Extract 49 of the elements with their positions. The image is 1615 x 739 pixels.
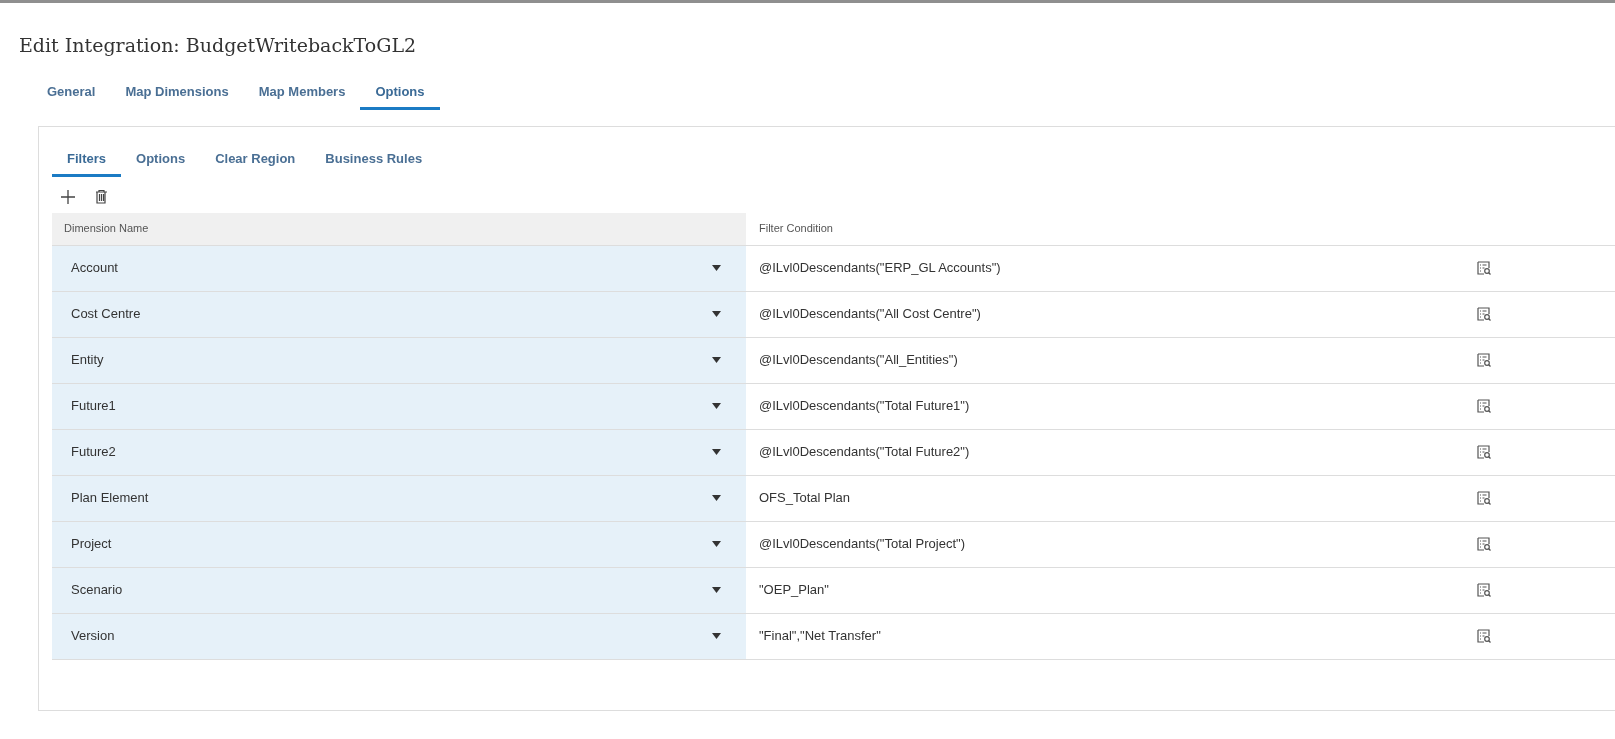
tab[interactable]: Map Members: [243, 77, 361, 110]
filter-condition: @ILvl0Descendants("All Cost Centre"): [759, 305, 982, 324]
tab[interactable]: Business Rules: [310, 144, 438, 177]
filter-condition: "Final","Net Transfer": [759, 627, 882, 646]
member-selector-icon[interactable]: [1477, 353, 1491, 367]
caret-icon: [712, 587, 721, 593]
member-selector-icon[interactable]: [1477, 261, 1491, 275]
tab[interactable]: General: [32, 77, 111, 110]
filter-condition: @ILvl0Descendants("Total Future1"): [759, 397, 971, 416]
dimension-dropdown[interactable]: Version: [52, 613, 746, 659]
member-selector-icon[interactable]: [1477, 399, 1491, 413]
filter-condition: OFS_Total Plan: [759, 489, 852, 508]
dimension-dropdown[interactable]: Account: [52, 245, 746, 291]
tab[interactable]: Options: [121, 144, 201, 177]
filter-condition: @ILvl0Descendants("All_Entities"): [759, 351, 959, 370]
member-selector-icon[interactable]: [1477, 307, 1491, 321]
dimension-dropdown[interactable]: Future2: [52, 429, 746, 475]
column-header: Dimension Name: [52, 212, 746, 245]
caret-icon: [712, 265, 721, 271]
add-icon[interactable]: [61, 189, 75, 204]
caret-icon: [712, 541, 721, 547]
filter-condition: @ILvl0Descendants("ERP_GL Accounts"): [759, 259, 1002, 278]
caret-icon: [712, 357, 721, 363]
member-selector-icon[interactable]: [1477, 583, 1491, 597]
dimension-dropdown[interactable]: Cost Centre: [52, 291, 746, 337]
column-header: Filter Condition: [758, 221, 834, 237]
dimension-dropdown[interactable]: Future1: [52, 383, 746, 429]
member-selector-icon[interactable]: [1477, 537, 1491, 551]
dimension-dropdown[interactable]: Entity: [52, 337, 746, 383]
tab[interactable]: Clear Region: [200, 144, 311, 177]
tab[interactable]: Map Dimensions: [110, 77, 244, 110]
member-selector-icon[interactable]: [1477, 445, 1491, 459]
tab[interactable]: Options: [360, 77, 440, 110]
page-title: Edit Integration: BudgetWritebackToGL2: [19, 33, 417, 58]
caret-icon: [712, 403, 721, 409]
member-selector-icon[interactable]: [1477, 491, 1491, 505]
dimension-dropdown[interactable]: Plan Element: [52, 475, 746, 521]
filter-condition: @ILvl0Descendants("Total Future2"): [759, 443, 971, 462]
caret-icon: [712, 633, 721, 639]
caret-icon: [712, 449, 721, 455]
filter-condition: @ILvl0Descendants("Total Project"): [759, 535, 966, 554]
delete-icon[interactable]: [95, 189, 108, 204]
caret-icon: [712, 495, 721, 501]
tab[interactable]: Filters: [52, 144, 121, 177]
member-selector-icon[interactable]: [1477, 629, 1491, 643]
filter-condition: "OEP_Plan": [759, 581, 830, 600]
dimension-dropdown[interactable]: Scenario: [52, 567, 746, 613]
dimension-dropdown[interactable]: Project: [52, 521, 746, 567]
caret-icon: [712, 311, 721, 317]
